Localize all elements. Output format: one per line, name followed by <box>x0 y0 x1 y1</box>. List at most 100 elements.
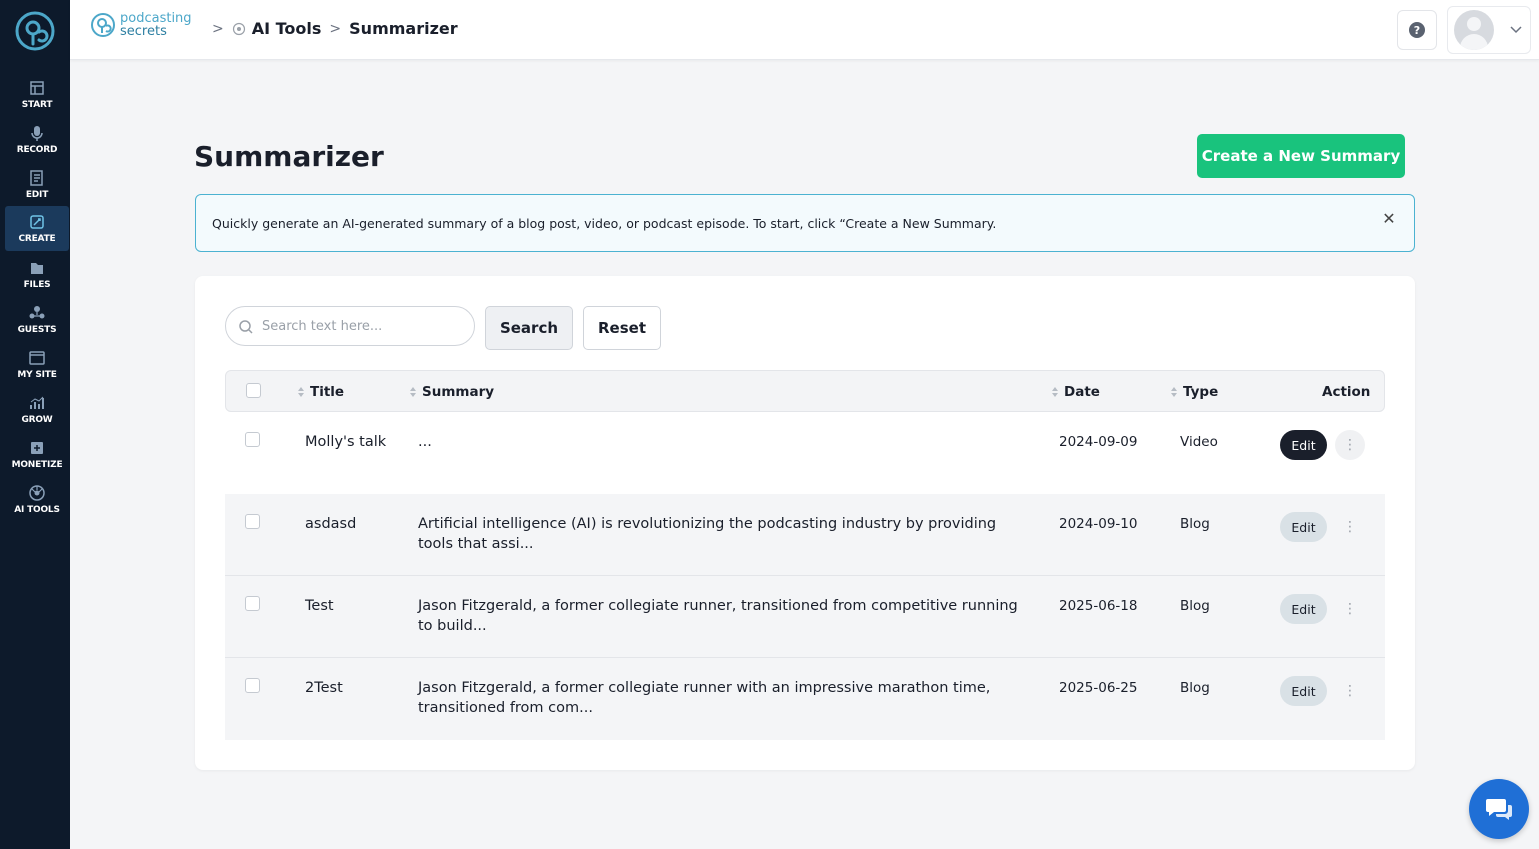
sidebar-item-start[interactable]: START <box>5 72 69 117</box>
row-type: Video <box>1180 434 1218 450</box>
chevron-right-icon: > <box>212 20 224 37</box>
more-options-icon[interactable]: ⋮ <box>1335 594 1365 624</box>
ai-tools-icon <box>29 485 45 501</box>
edit-button[interactable]: Edit <box>1280 594 1327 624</box>
breadcrumb-ai-tools[interactable]: AI Tools <box>232 19 322 38</box>
sidebar-item-my-site[interactable]: MY SITE <box>5 342 69 387</box>
row-checkbox[interactable] <box>245 678 260 693</box>
sidebar-item-label: MONETIZE <box>11 460 63 470</box>
sidebar-item-guests[interactable]: GUESTS <box>5 297 69 342</box>
top-header: podcasting secrets > AI Tools > Summariz… <box>70 0 1539 60</box>
row-date: 2024-09-09 <box>1059 434 1138 450</box>
search-icon <box>239 320 253 334</box>
row-date: 2024-09-10 <box>1059 516 1138 532</box>
column-date[interactable]: Date <box>1052 384 1100 400</box>
edit-icon <box>30 170 43 186</box>
sidebar-item-label: START <box>21 100 53 110</box>
sidebar-item-label: RECORD <box>16 145 58 155</box>
sidebar-item-label: CREATE <box>18 234 56 244</box>
row-title: Test <box>305 598 334 614</box>
avatar <box>1454 10 1494 50</box>
chart-icon <box>30 396 44 409</box>
create-icon <box>30 215 44 229</box>
row-type: Blog <box>1180 598 1210 614</box>
site-icon <box>29 351 45 365</box>
sort-icon <box>298 387 304 397</box>
user-menu-button[interactable] <box>1447 6 1531 54</box>
sidebar-item-label: GROW <box>21 415 53 425</box>
table-row: Molly's talk ... 2024-09-09 Video Edit ⋮ <box>225 412 1385 494</box>
edit-button[interactable]: Edit <box>1280 512 1327 542</box>
edit-button[interactable]: Edit <box>1280 676 1327 706</box>
sidebar-item-label: MY SITE <box>17 370 57 380</box>
help-icon: ? <box>1409 22 1425 38</box>
sidebar-item-ai-tools[interactable]: AI TOOLS <box>5 477 69 522</box>
row-title: Molly's talk <box>305 434 387 450</box>
column-title[interactable]: Title <box>298 384 344 400</box>
more-options-icon[interactable]: ⋮ <box>1335 512 1365 542</box>
row-summary: Jason Fitzgerald, a former collegiate ru… <box>418 598 1018 634</box>
sidebar-item-label: AI TOOLS <box>14 505 60 515</box>
search-box <box>225 306 475 346</box>
files-icon <box>31 263 43 274</box>
info-text: Quickly generate an AI-generated summary… <box>212 216 997 231</box>
edit-button[interactable]: Edit <box>1280 430 1327 460</box>
more-options-icon[interactable]: ⋮ <box>1335 676 1365 706</box>
row-divider <box>225 657 1385 658</box>
sidebar-item-record[interactable]: RECORD <box>5 117 69 162</box>
breadcrumb-ai-tools-label: AI Tools <box>251 19 322 38</box>
chevron-down-icon <box>1510 26 1522 34</box>
row-date: 2025-06-18 <box>1059 598 1138 614</box>
brand-logo[interactable]: podcasting secrets <box>90 12 192 38</box>
help-button[interactable]: ? <box>1397 10 1437 50</box>
row-checkbox[interactable] <box>245 432 260 447</box>
sort-icon <box>1052 387 1058 397</box>
table-row: asdasd Artificial intelligence (AI) is r… <box>225 494 1385 576</box>
sidebar-item-label: GUESTS <box>17 325 57 335</box>
search-input[interactable] <box>262 315 462 337</box>
column-action: Action <box>1322 384 1370 400</box>
monetize-icon <box>31 442 43 454</box>
select-all-checkbox[interactable] <box>246 383 261 398</box>
app-logo-icon[interactable] <box>14 10 56 52</box>
reset-button[interactable]: Reset <box>583 306 661 350</box>
guests-icon <box>29 306 45 319</box>
row-checkbox[interactable] <box>245 514 260 529</box>
sort-icon <box>410 387 416 397</box>
ai-tools-icon <box>232 22 245 35</box>
column-type[interactable]: Type <box>1171 384 1218 400</box>
sidebar-item-files[interactable]: FILES <box>5 252 69 297</box>
microphone-icon <box>31 126 43 141</box>
chat-button[interactable] <box>1469 779 1529 839</box>
breadcrumb-current: Summarizer <box>349 19 458 38</box>
search-button[interactable]: Search <box>485 306 573 350</box>
table-row: Test Jason Fitzgerald, a former collegia… <box>225 576 1385 658</box>
column-type-label: Type <box>1183 384 1219 400</box>
row-date: 2025-06-25 <box>1059 680 1138 696</box>
row-checkbox[interactable] <box>245 596 260 611</box>
start-icon <box>30 81 44 95</box>
column-summary[interactable]: Summary <box>410 384 494 400</box>
close-icon[interactable]: ✕ <box>1380 210 1398 228</box>
row-type: Blog <box>1180 680 1210 696</box>
chat-icon <box>1486 799 1512 820</box>
column-date-label: Date <box>1064 384 1100 400</box>
sidebar-item-monetize[interactable]: MONETIZE <box>5 432 69 477</box>
sidebar: START RECORD EDIT CREATE FILES GUESTS MY… <box>0 0 70 849</box>
row-type: Blog <box>1180 516 1210 532</box>
sidebar-item-label: FILES <box>23 280 51 290</box>
sort-icon <box>1171 387 1177 397</box>
row-summary: Jason Fitzgerald, a former collegiate ru… <box>418 680 991 716</box>
row-summary: Artificial intelligence (AI) is revoluti… <box>418 516 997 552</box>
row-title: asdasd <box>305 516 357 532</box>
sidebar-item-grow[interactable]: GROW <box>5 387 69 432</box>
sidebar-item-edit[interactable]: EDIT <box>5 162 69 207</box>
column-title-label: Title <box>310 384 345 400</box>
info-banner: Quickly generate an AI-generated summary… <box>195 194 1415 252</box>
create-new-summary-button[interactable]: Create a New Summary <box>1197 134 1405 178</box>
svg-text:?: ? <box>1414 24 1420 37</box>
more-options-icon[interactable]: ⋮ <box>1335 430 1365 460</box>
summaries-card: Search Reset Title Summary Date Type Act… <box>195 276 1415 770</box>
breadcrumb: > AI Tools > Summarizer <box>204 19 458 38</box>
sidebar-item-create[interactable]: CREATE <box>5 206 69 251</box>
